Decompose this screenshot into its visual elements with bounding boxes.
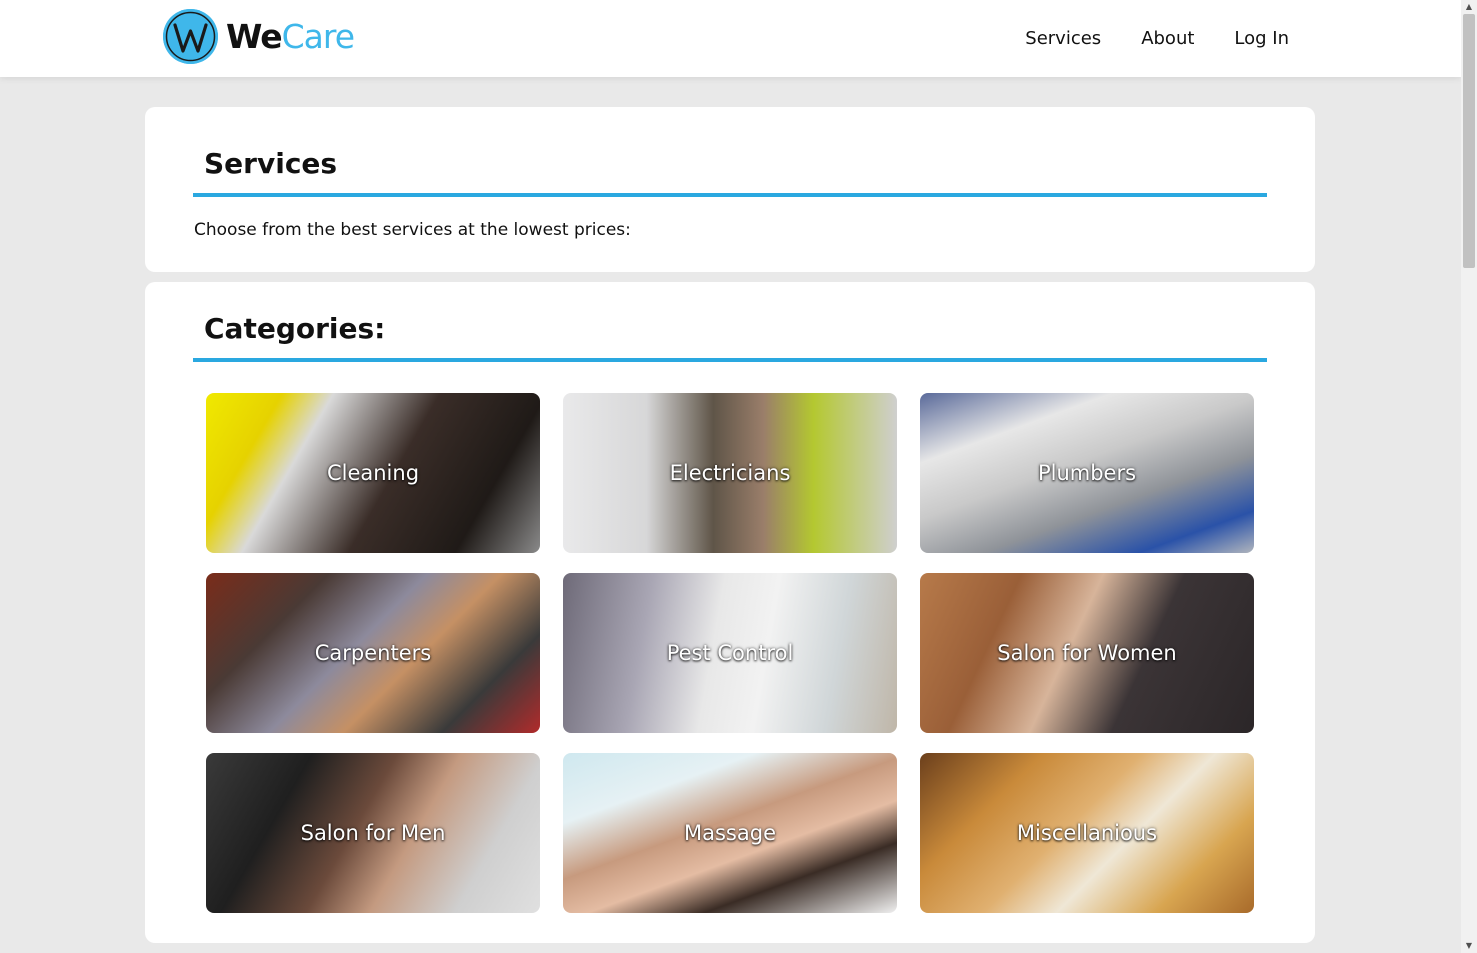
category-tile-massage[interactable]: Massage (563, 753, 897, 913)
category-grid: Cleaning Electricians Plumbers Carpenter… (206, 393, 1254, 913)
category-tile-pest-control[interactable]: Pest Control (563, 573, 897, 733)
services-heading: Services (204, 147, 338, 180)
brand-name: WeCare (226, 16, 355, 56)
scrollbar-thumb[interactable] (1463, 14, 1475, 268)
category-label: Miscellanious (1016, 821, 1158, 845)
category-label: Electricians (669, 461, 791, 485)
category-tile-cleaning[interactable]: Cleaning (206, 393, 540, 553)
category-tile-plumbers[interactable]: Plumbers (920, 393, 1254, 553)
scroll-down-arrow-icon[interactable]: ▼ (1461, 939, 1477, 953)
category-label: Salon for Men (300, 821, 446, 845)
category-label: Carpenters (314, 641, 432, 665)
scroll-up-arrow-icon[interactable]: ▲ (1461, 0, 1477, 14)
category-label: Salon for Women (997, 641, 1177, 665)
nav-about-link[interactable]: About (1141, 28, 1194, 49)
categories-card: Categories: Cleaning Electricians Plumbe… (145, 282, 1315, 943)
page-scrollbar[interactable]: ▲ ▼ (1461, 0, 1477, 953)
categories-heading-underline (193, 358, 1267, 362)
main-nav: Services About Log In (985, 0, 1289, 77)
category-tile-miscellaneous[interactable]: Miscellanious (920, 753, 1254, 913)
category-label: Plumbers (1037, 461, 1137, 485)
brand-name-care: Care (281, 16, 355, 56)
nav-login-link[interactable]: Log In (1234, 28, 1289, 49)
category-tile-carpenters[interactable]: Carpenters (206, 573, 540, 733)
brand-name-we: We (226, 16, 283, 56)
services-heading-underline (193, 193, 1267, 197)
category-label: Cleaning (326, 461, 420, 485)
services-card: Services Choose from the best services a… (145, 107, 1315, 272)
categories-heading: Categories: (204, 312, 386, 345)
services-intro-text: Choose from the best services at the low… (194, 220, 631, 240)
brand-logo[interactable]: WeCare (163, 8, 355, 64)
logo-w-icon (163, 8, 218, 64)
category-label: Massage (684, 821, 776, 845)
category-tile-electricians[interactable]: Electricians (563, 393, 897, 553)
nav-services-link[interactable]: Services (1025, 28, 1101, 49)
category-tile-salon-men[interactable]: Salon for Men (206, 753, 540, 913)
category-tile-salon-women[interactable]: Salon for Women (920, 573, 1254, 733)
category-label: Pest Control (666, 641, 794, 665)
top-navbar: WeCare Services About Log In (0, 0, 1461, 77)
